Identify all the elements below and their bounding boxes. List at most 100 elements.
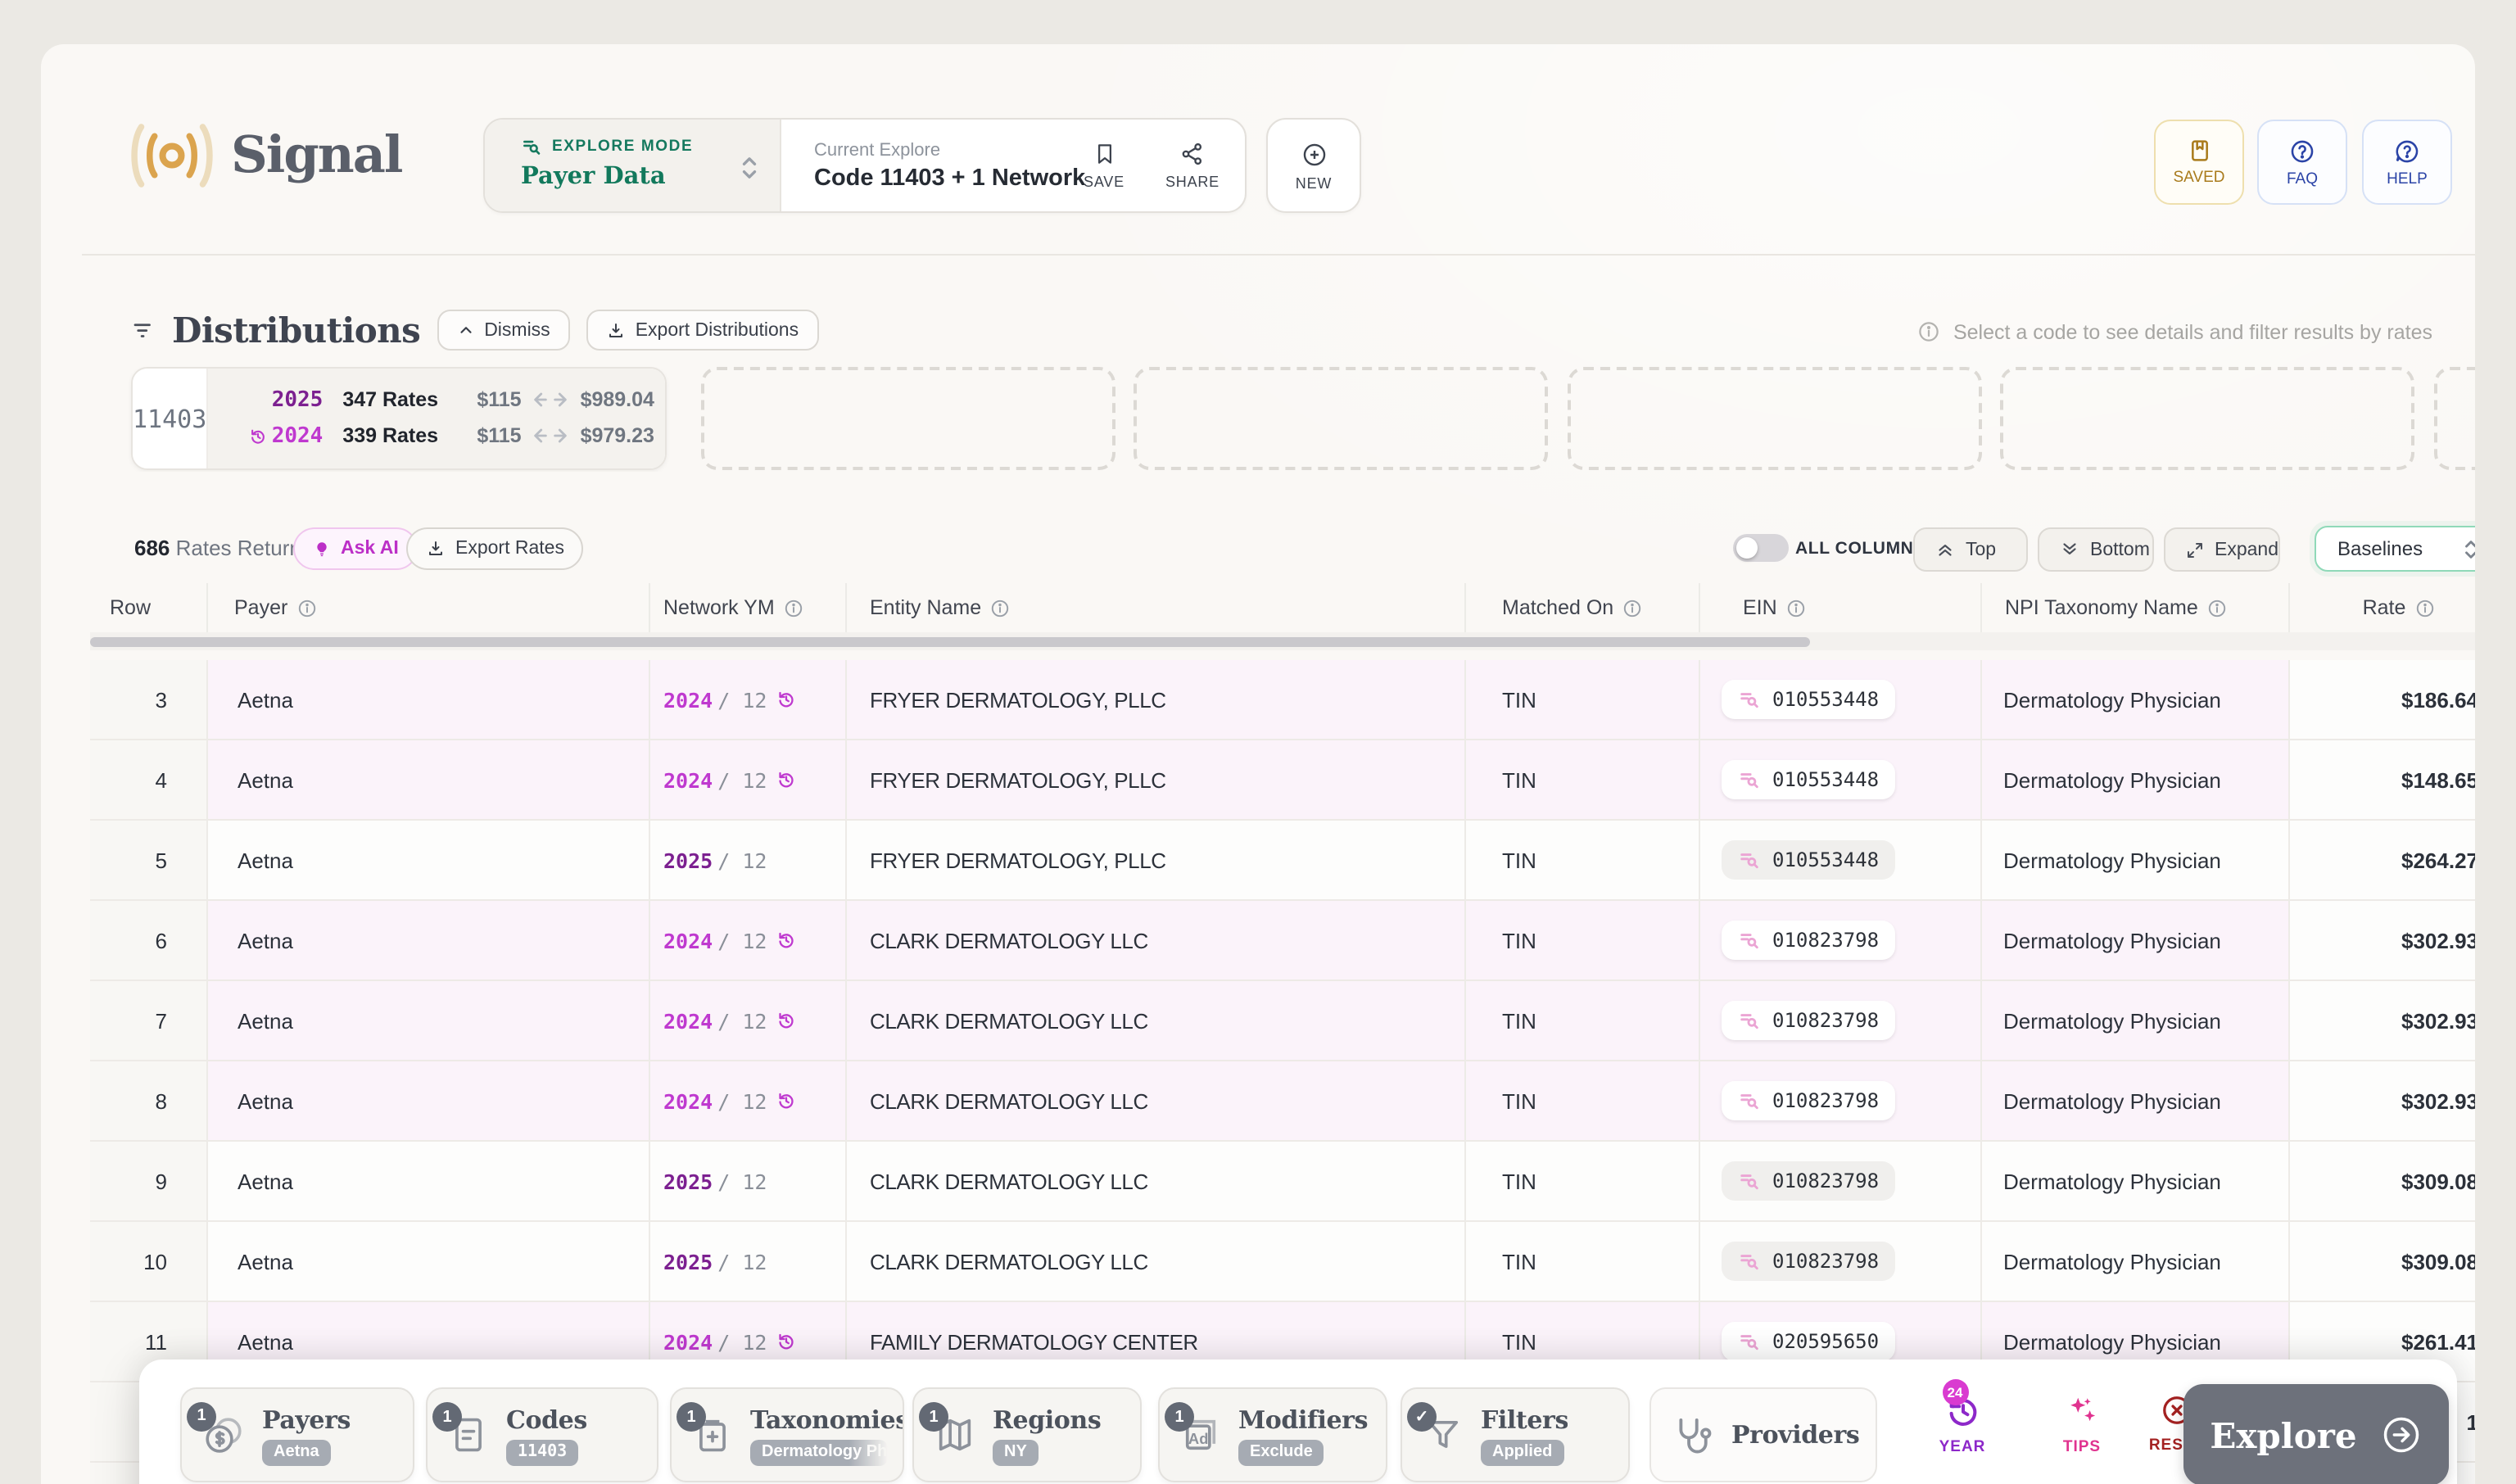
count-badge: 1	[919, 1402, 948, 1432]
table-row[interactable]: 3Aetna2024/ 12FRYER DERMATOLOGY, PLLCTIN…	[90, 660, 2475, 740]
dismiss-button[interactable]: Dismiss	[437, 310, 570, 351]
table-row[interactable]: 7Aetna2024/ 12CLARK DERMATOLOGY LLCTIN01…	[90, 981, 2475, 1061]
range-arrows-icon	[532, 391, 571, 408]
explore-mode-label: EXPLORE MODE	[552, 138, 693, 156]
modifiers-filter-card[interactable]: 1 Ad Modifiers Exclude	[1158, 1387, 1387, 1482]
year-history-icon: 24	[1944, 1392, 1981, 1430]
column-header-npi-taxonomy[interactable]: NPI Taxonomy Name	[1982, 583, 2290, 632]
bookmark-icon	[1092, 141, 1116, 167]
ein-chip[interactable]: 010823798	[1722, 1161, 1895, 1201]
column-header-payer[interactable]: Payer	[208, 583, 650, 632]
ask-ai-button[interactable]: Ask AI	[293, 527, 419, 570]
year-control[interactable]: 24 YEAR	[1916, 1392, 2008, 1456]
scroll-bottom-button[interactable]: Bottom	[2038, 527, 2154, 572]
signal-logo: Signal	[126, 123, 402, 188]
table-row[interactable]: 9Aetna2025/ 12CLARK DERMATOLOGY LLCTIN01…	[90, 1142, 2475, 1222]
current-explore-section: Current Explore Code 11403 + 1 Network S…	[781, 120, 1245, 211]
count-badge: 1	[187, 1401, 216, 1431]
chevron-up-down-icon[interactable]	[739, 154, 760, 182]
info-icon	[1785, 597, 1807, 618]
distribution-year-row: 2024 339 Rates $115 $979.23	[228, 418, 654, 454]
chevron-up-icon	[456, 321, 474, 339]
payers-filter-card[interactable]: 1 Payers Aetna	[180, 1387, 414, 1482]
matched-on-cell: TIN	[1466, 1142, 1700, 1222]
column-header-ein[interactable]: EIN	[1700, 583, 1982, 632]
ein-chip[interactable]: 010553448	[1722, 680, 1895, 719]
tips-control[interactable]: TIPS	[2036, 1392, 2128, 1456]
ein-chip[interactable]: 010823798	[1722, 1242, 1895, 1281]
saved-button[interactable]: SAVED	[2154, 120, 2244, 205]
arrow-right-circle-icon	[2380, 1414, 2423, 1456]
ein-chip[interactable]: 010553448	[1722, 760, 1895, 799]
ein-chip[interactable]: 020595650	[1722, 1322, 1895, 1361]
all-columns-toggle[interactable]	[1733, 534, 1789, 562]
column-header-row[interactable]: Row	[90, 583, 208, 632]
taxonomies-filter-card[interactable]: 1 Taxonomies Dermatology Physic	[670, 1387, 904, 1482]
table-row[interactable]: 4Aetna2024/ 12FRYER DERMATOLOGY, PLLCTIN…	[90, 740, 2475, 821]
horizontal-scrollbar-thumb[interactable]	[90, 637, 1810, 647]
matched-on-cell: TIN	[1466, 821, 1700, 901]
row-number-cell: 10	[90, 1222, 208, 1302]
chevron-up-down-icon	[2462, 536, 2475, 561]
regions-filter-card[interactable]: 1 Regions NY	[912, 1387, 1142, 1482]
help-button[interactable]: HELP	[2362, 120, 2452, 205]
taxonomy-cell: Dermatology Physician	[1982, 901, 2290, 981]
column-header-network-ym[interactable]: Network YM	[650, 583, 847, 632]
entity-name-cell: CLARK DERMATOLOGY LLC	[847, 1142, 1466, 1222]
table-row[interactable]: 6Aetna2024/ 12CLARK DERMATOLOGY LLCTIN01…	[90, 901, 2475, 981]
entity-name-cell: CLARK DERMATOLOGY LLC	[847, 1222, 1466, 1302]
expand-table-button[interactable]: Expand	[2164, 527, 2280, 572]
scroll-top-button[interactable]: Top	[1913, 527, 2028, 572]
question-circle-icon	[2288, 137, 2316, 165]
baselines-select[interactable]: Baselines	[2315, 526, 2475, 572]
ein-chip[interactable]: 010823798	[1722, 1001, 1895, 1040]
payer-cell: Aetna	[208, 1142, 650, 1222]
history-icon	[776, 690, 796, 709]
column-header-matched-on[interactable]: Matched On	[1466, 583, 1700, 632]
codes-filter-card[interactable]: 1 Codes 11403	[426, 1387, 658, 1482]
distribution-year-row: 2025 347 Rates $115 $989.04	[228, 382, 654, 418]
explore-mode-selector[interactable]: EXPLORE MODE Payer Data	[485, 120, 781, 211]
ein-chip[interactable]: 010823798	[1722, 921, 1895, 960]
matched-on-cell: TIN	[1466, 981, 1700, 1061]
distributions-title: Distributions	[172, 310, 420, 351]
share-button[interactable]: SHARE	[1153, 120, 1232, 211]
clipboard-plus-icon: 1	[691, 1414, 734, 1456]
count-badge: 1	[677, 1402, 706, 1432]
ein-chip[interactable]: 010553448	[1722, 840, 1895, 880]
save-button[interactable]: SAVE	[1065, 120, 1143, 211]
export-rates-button[interactable]: Export Rates	[406, 527, 584, 570]
table-row[interactable]: 5Aetna2025/ 12FRYER DERMATOLOGY, PLLCTIN…	[90, 821, 2475, 901]
filter-chip: NY	[993, 1439, 1039, 1465]
info-icon	[1917, 319, 1942, 344]
payer-cell: Aetna	[208, 1222, 650, 1302]
column-header-entity-name[interactable]: Entity Name	[847, 583, 1466, 632]
entity-name-cell: FRYER DERMATOLOGY, PLLC	[847, 660, 1466, 740]
rate-cell: $309.08	[2290, 1222, 2475, 1302]
app-title: Signal	[231, 126, 402, 185]
faq-button[interactable]: FAQ	[2257, 120, 2347, 205]
coins-icon: 1	[201, 1413, 246, 1457]
filter-chip: Aetna	[262, 1439, 331, 1465]
column-header-rate[interactable]: Rate	[2290, 583, 2475, 632]
help-bubble-icon	[2393, 137, 2421, 165]
table-row[interactable]: 10Aetna2025/ 12CLARK DERMATOLOGY LLCTIN0…	[90, 1222, 2475, 1302]
new-explore-button[interactable]: NEW	[1266, 118, 1361, 213]
providers-filter-card[interactable]: Providers	[1649, 1387, 1877, 1482]
export-distributions-button[interactable]: Export Distributions	[586, 310, 818, 351]
distributions-note: Select a code to see details and filter …	[1917, 319, 2432, 344]
filters-filter-card[interactable]: ✓ Filters Applied	[1401, 1387, 1630, 1482]
double-chevron-up-icon	[1935, 539, 1956, 560]
taxonomy-cell: Dermatology Physician	[1982, 1061, 2290, 1142]
network-ym-cell: 2024/ 12	[650, 981, 847, 1061]
table-row[interactable]: 8Aetna2024/ 12CLARK DERMATOLOGY LLCTIN01…	[90, 1061, 2475, 1142]
info-icon	[296, 597, 317, 618]
search-list-icon	[1738, 768, 1761, 791]
ein-chip[interactable]: 010823798	[1722, 1081, 1895, 1120]
history-icon	[249, 427, 267, 445]
row-number-cell: 4	[90, 740, 208, 821]
search-list-icon	[1738, 1250, 1761, 1273]
distribution-card-11403[interactable]: 11403 2025 347 Rates $115 $989.0	[131, 367, 667, 470]
explore-button[interactable]: Explore	[2183, 1384, 2449, 1484]
signal-logo-icon	[126, 123, 218, 188]
